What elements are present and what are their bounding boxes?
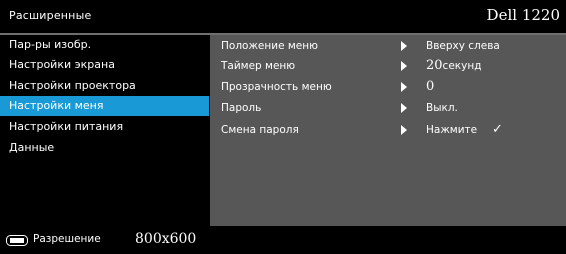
resolution-label: Разрешение — [33, 233, 101, 245]
menu-title: Расширенные — [9, 9, 92, 22]
arrow-right-icon — [401, 125, 407, 135]
keyboard-icon — [6, 235, 28, 246]
row-label: Пароль — [221, 102, 262, 114]
row-label: Смена пароля — [221, 124, 299, 136]
menu-timer-row[interactable]: Таймер меню 20секунд — [210, 56, 566, 76]
arrow-right-icon — [401, 61, 407, 71]
row-label: Таймер меню — [221, 60, 296, 72]
row-label: Положение меню — [221, 40, 318, 52]
sidebar-item-image-settings[interactable]: Пар-ры изобр. — [0, 35, 209, 55]
sidebar-item-label: Пар-ры изобр. — [9, 38, 92, 51]
arrow-right-icon — [401, 103, 407, 113]
password-row[interactable]: Пароль Выкл. — [210, 98, 566, 118]
sidebar: Пар-ры изобр. Настройки экрана Настройки… — [0, 35, 210, 226]
row-value: Выкл. — [426, 102, 458, 114]
status-bar: Разрешение 800x600 — [0, 226, 566, 254]
sidebar-item-display-settings[interactable]: Настройки экрана — [0, 55, 209, 75]
sidebar-item-information[interactable]: Данные — [0, 138, 209, 158]
sidebar-item-power-settings[interactable]: Настройки питания — [0, 117, 209, 137]
arrow-right-icon — [401, 41, 407, 51]
settings-panel: Положение меню Вверху слева Таймер меню … — [210, 35, 566, 226]
resolution-value: 800x600 — [135, 231, 197, 247]
change-password-row[interactable]: Смена пароля Нажмите ✓ — [210, 120, 566, 140]
sidebar-item-menu-settings[interactable]: Настройки меня — [0, 96, 209, 116]
sidebar-item-label: Настройки питания — [9, 120, 124, 133]
brand-label: Dell 1220 — [486, 6, 560, 24]
sidebar-item-label: Настройки проектора — [9, 79, 136, 92]
row-label: Прозрачность меню — [221, 81, 332, 93]
value-number: 20 — [426, 58, 443, 73]
sidebar-item-label: Данные — [9, 141, 55, 154]
row-value: 0 — [426, 79, 435, 94]
menu-transparency-row[interactable]: Прозрачность меню 0 — [210, 77, 566, 97]
row-value: Вверху слева — [426, 40, 500, 52]
row-value: Нажмите — [426, 124, 478, 136]
value-unit: секунд — [442, 60, 482, 72]
menu-position-row[interactable]: Положение меню Вверху слева — [210, 36, 566, 56]
sidebar-item-label: Настройки экрана — [9, 58, 115, 71]
header-bar: Расширенные Dell 1220 — [0, 0, 566, 33]
arrow-right-icon — [401, 82, 407, 92]
osd-menu: Расширенные Dell 1220 Пар-ры изобр. Наст… — [0, 0, 566, 254]
sidebar-item-projector-settings[interactable]: Настройки проектора — [0, 76, 209, 96]
checkmark-icon: ✓ — [492, 122, 503, 137]
row-value: 20секунд — [426, 56, 481, 76]
sidebar-item-label: Настройки меня — [9, 99, 104, 112]
